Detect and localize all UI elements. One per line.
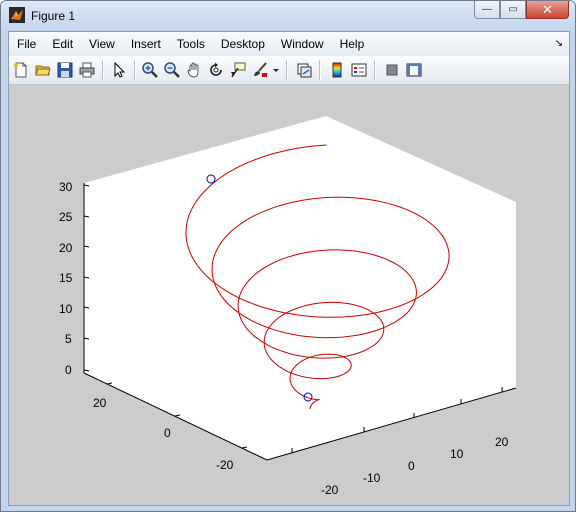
y-tick-label: 20 [93, 396, 107, 410]
z-tick-label: 30 [59, 180, 73, 194]
close-button[interactable]: ✕ [526, 1, 569, 19]
y-tick-label: 0 [164, 426, 171, 440]
toolbar-separator [286, 60, 288, 80]
menu-bar: File Edit View Insert Tools Desktop Wind… [9, 32, 569, 56]
rotate-3d-button[interactable] [206, 60, 226, 80]
menu-desktop[interactable]: Desktop [213, 32, 273, 56]
z-tick-label: 10 [59, 302, 73, 316]
toolbar-separator [319, 60, 321, 80]
printer-icon [79, 62, 95, 78]
menu-file[interactable]: File [9, 32, 44, 56]
rotate-3d-icon [210, 62, 222, 76]
x-tick-label: 0 [408, 459, 415, 473]
toolbar-separator [102, 60, 104, 80]
legend-icon [351, 63, 367, 77]
minimize-button[interactable]: — [474, 1, 500, 19]
cursor-arrow-icon [114, 62, 126, 78]
insert-legend-button[interactable] [349, 60, 369, 80]
y-tick-label: -20 [216, 458, 234, 472]
figure-canvas[interactable]: 0 5 10 15 20 25 30 20 0 -20 -20 -10 0 10… [9, 85, 569, 505]
zoom-out-button[interactable] [162, 60, 182, 80]
print-button[interactable] [77, 60, 97, 80]
insert-colorbar-button[interactable] [327, 60, 347, 80]
brush-button[interactable] [250, 60, 270, 80]
matlab-icon [9, 7, 25, 23]
link-plot-icon [297, 63, 312, 78]
zoom-in-icon [142, 62, 158, 78]
save-button[interactable] [55, 60, 75, 80]
title-bar[interactable]: Figure 1 — ▭ ✕ [1, 1, 575, 31]
menu-edit[interactable]: Edit [44, 32, 81, 56]
data-cursor-icon [231, 62, 246, 78]
link-plot-button[interactable] [294, 60, 314, 80]
z-tick-label: 25 [59, 210, 73, 224]
figure-window: Figure 1 — ▭ ✕ File Edit View Insert Too… [0, 0, 576, 512]
zoom-out-icon [164, 62, 180, 78]
hide-plot-tools-icon [386, 64, 398, 76]
maximize-button[interactable]: ▭ [500, 1, 526, 19]
window-controls: — ▭ ✕ [474, 1, 569, 21]
save-icon [57, 62, 73, 78]
menu-window[interactable]: Window [273, 32, 332, 56]
x-tick-label: -20 [321, 483, 339, 497]
zoom-in-button[interactable] [140, 60, 160, 80]
menu-help[interactable]: Help [332, 32, 373, 56]
x-tick-label: 10 [450, 447, 464, 461]
show-plot-tools-icon [406, 63, 422, 77]
show-plot-tools-button[interactable] [404, 60, 424, 80]
close-icon: ✕ [542, 1, 553, 17]
dropdown-arrow-icon [273, 69, 279, 72]
brush-icon [254, 62, 267, 77]
edit-plot-button[interactable] [109, 60, 129, 80]
figure-client: File Edit View Insert Tools Desktop Wind… [8, 31, 570, 506]
colorbar-icon [332, 62, 342, 78]
menu-tools[interactable]: Tools [169, 32, 213, 56]
z-tick-label: 15 [59, 271, 73, 285]
hand-pan-icon [187, 62, 199, 78]
menu-insert[interactable]: Insert [123, 32, 169, 56]
hide-plot-tools-button[interactable] [382, 60, 402, 80]
axes-background [84, 116, 516, 460]
minimize-icon: — [482, 4, 492, 15]
z-tick-label: 20 [59, 241, 73, 255]
new-figure-button[interactable] [11, 60, 31, 80]
toolbar-separator [374, 60, 376, 80]
z-tick-label: 0 [65, 363, 72, 377]
toolbar-separator [134, 60, 136, 80]
pan-button[interactable] [184, 60, 204, 80]
x-tick-label: -10 [363, 471, 381, 485]
brush-dropdown-button[interactable] [271, 60, 281, 80]
figure-toolbar [9, 56, 569, 85]
dock-arrow-icon[interactable]: ↘ [555, 38, 563, 49]
maximize-icon: ▭ [508, 4, 518, 15]
menu-view[interactable]: View [81, 32, 123, 56]
z-tick-label: 5 [65, 332, 72, 346]
window-title: Figure 1 [31, 9, 76, 23]
folder-open-icon [35, 65, 51, 76]
new-file-icon [14, 62, 27, 78]
plot-3d: 0 5 10 15 20 25 30 20 0 -20 -20 -10 0 10… [59, 116, 517, 497]
x-tick-label: 20 [495, 435, 509, 449]
open-file-button[interactable] [33, 60, 53, 80]
data-cursor-button[interactable] [228, 60, 248, 80]
